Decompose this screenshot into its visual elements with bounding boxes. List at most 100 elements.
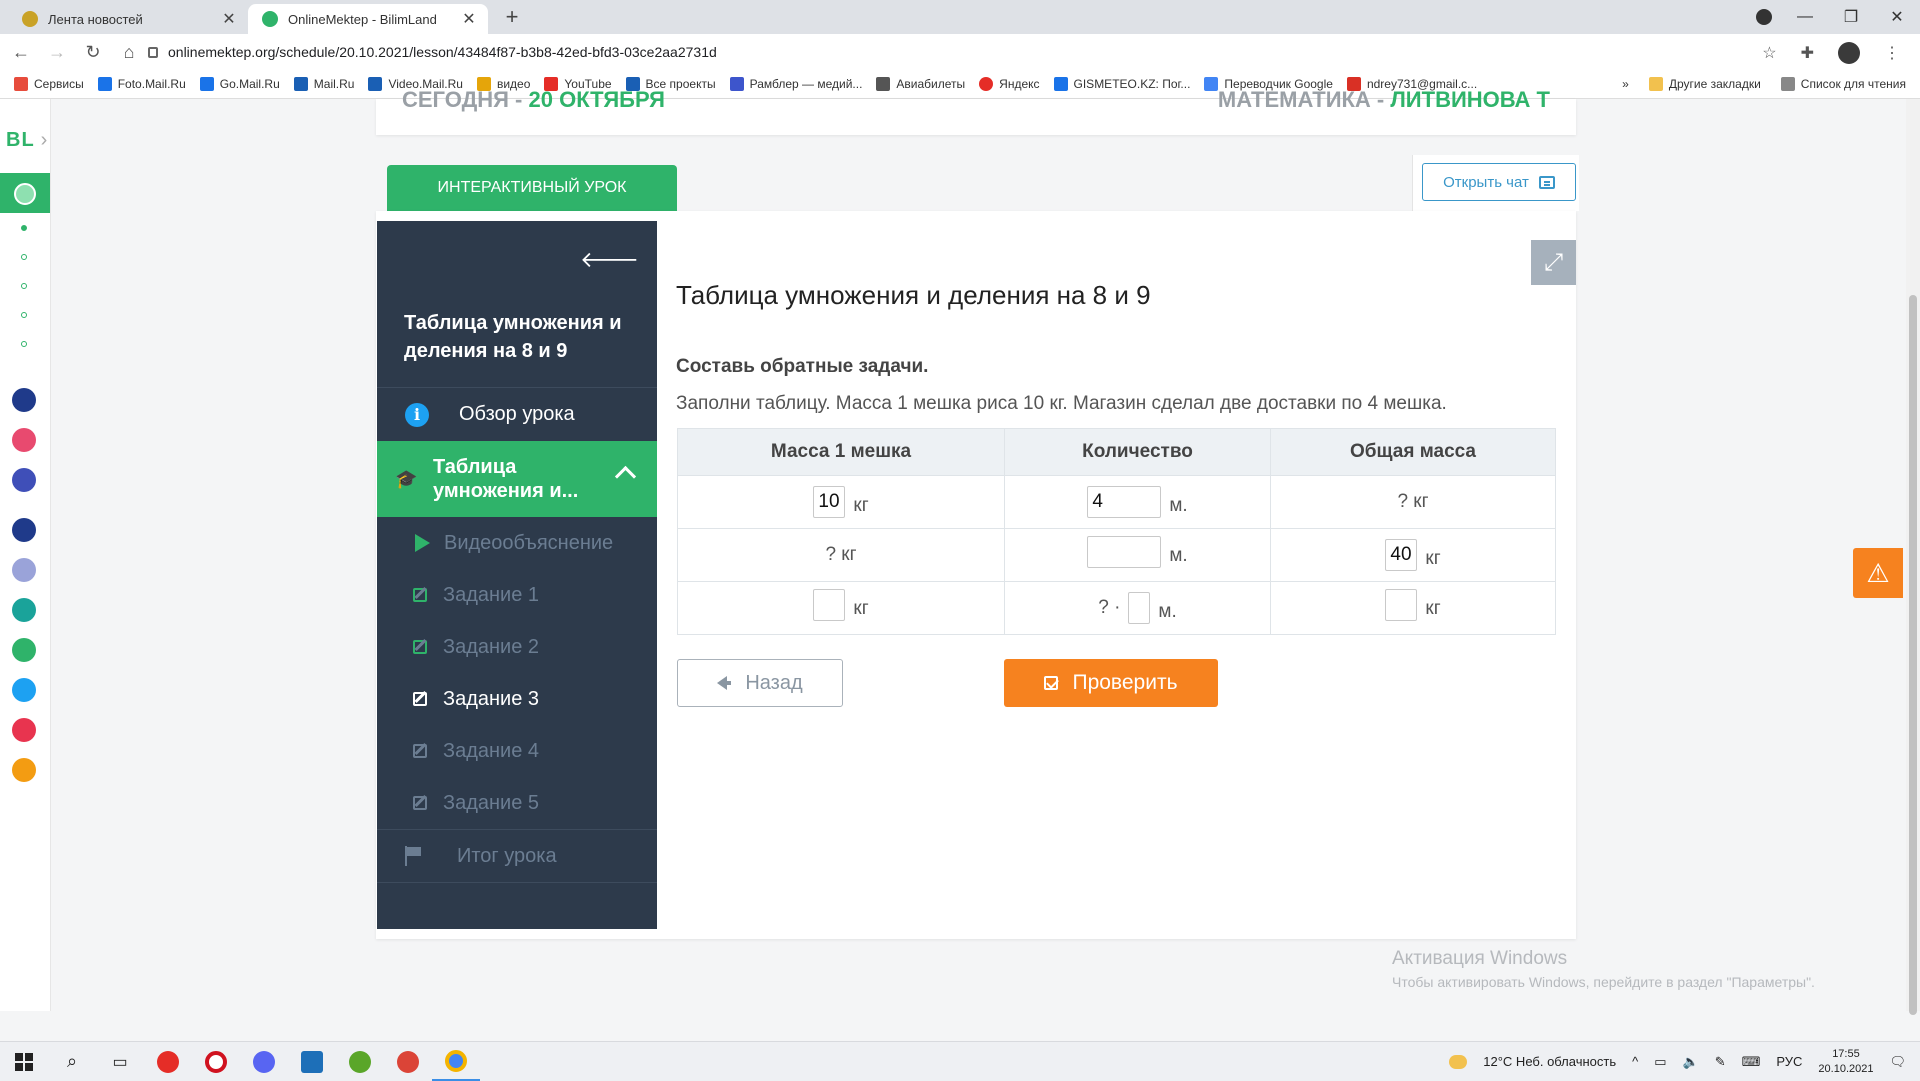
count-input[interactable] xyxy=(1087,536,1162,568)
count-input[interactable]: 4 xyxy=(1087,486,1162,518)
table-cell: ? кг xyxy=(677,528,1005,582)
sidebar-item-task-2[interactable]: Задание 2 xyxy=(377,621,657,673)
bookmark-item[interactable]: GISMETEO.KZ: Пог... xyxy=(1053,77,1190,91)
app-icon[interactable] xyxy=(12,388,36,412)
rail-dot[interactable] xyxy=(21,225,27,231)
unit-label: м. xyxy=(1169,495,1188,516)
tray-chevron-icon[interactable]: ^ xyxy=(1632,1054,1638,1069)
total-input[interactable] xyxy=(1385,589,1418,621)
bookmark-item[interactable]: Рамблер — медий... xyxy=(729,77,862,91)
bookmark-item[interactable]: Mail.Ru xyxy=(293,77,354,91)
close-window-button[interactable]: ✕ xyxy=(1874,7,1920,27)
pen-icon[interactable]: ✎ xyxy=(1715,1054,1726,1070)
back-button[interactable]: Назад xyxy=(677,659,843,707)
bookmark-item[interactable]: Go.Mail.Ru xyxy=(199,77,280,91)
language-indicator[interactable]: РУС xyxy=(1776,1054,1802,1069)
sidebar-item-task-1[interactable]: Задание 1 xyxy=(377,569,657,621)
keyboard-icon[interactable]: ⌨ xyxy=(1742,1054,1761,1070)
interactive-lesson-tab[interactable]: ИНТЕРАКТИВНЫЙ УРОК xyxy=(387,165,677,211)
bookmark-star-icon[interactable]: ☆ xyxy=(1762,43,1776,63)
fullscreen-button[interactable]: ⤢ xyxy=(1531,240,1576,285)
rail-dot[interactable] xyxy=(21,312,27,318)
lock-icon[interactable] xyxy=(148,46,158,58)
check-button[interactable]: Проверить xyxy=(1004,659,1218,707)
bookmark-item[interactable]: Авиабилеты xyxy=(876,77,965,91)
rail-dot[interactable] xyxy=(21,283,27,289)
sidebar-item-task-4[interactable]: Задание 4 xyxy=(377,725,657,777)
tab-search-icon[interactable] xyxy=(1756,9,1772,25)
tab-close-icon[interactable]: ✕ xyxy=(218,9,240,29)
back-arrow-icon[interactable]: ← xyxy=(6,42,36,63)
app-icon[interactable] xyxy=(12,518,36,542)
other-bookmarks-folder[interactable]: Другие закладки xyxy=(1648,77,1761,91)
app-icon[interactable] xyxy=(12,428,36,452)
clock[interactable]: 17:55 20.10.2021 xyxy=(1818,1047,1873,1077)
page-scrollbar[interactable] xyxy=(1906,99,1920,1015)
report-problem-button[interactable]: ⚠ xyxy=(1853,548,1903,598)
mass-input[interactable] xyxy=(813,589,846,621)
task-view-icon[interactable]: ▭ xyxy=(96,1042,144,1081)
browser-menu-icon[interactable]: ⋮ xyxy=(1884,43,1900,63)
bookmark-item[interactable]: Яндекс xyxy=(979,77,1040,91)
app-icon[interactable] xyxy=(12,598,36,622)
sidebar-item-task-5[interactable]: Задание 5 xyxy=(377,777,657,829)
sidebar-item-current-section[interactable]: 🎓 Таблица умножения и... xyxy=(377,441,657,517)
app-icon[interactable] xyxy=(12,758,36,782)
app-icon[interactable] xyxy=(12,468,36,492)
mass-input[interactable]: 10 xyxy=(813,486,846,518)
maximize-button[interactable]: ❐ xyxy=(1828,7,1874,27)
chrome-profile-icon[interactable] xyxy=(384,1042,432,1081)
start-button[interactable] xyxy=(0,1042,48,1081)
forward-arrow-icon[interactable]: → xyxy=(42,42,72,63)
app-icon[interactable] xyxy=(12,558,36,582)
bookmarks-more-button[interactable]: » xyxy=(1622,77,1629,91)
tab-close-icon[interactable]: ✕ xyxy=(458,9,480,29)
rail-item-onlinemektep[interactable] xyxy=(0,173,50,213)
browser-tab-news[interactable]: Лента новостей ✕ xyxy=(8,4,248,34)
url-field[interactable]: onlinemektep.org/schedule/20.10.2021/les… xyxy=(140,40,1780,64)
task-heading: Составь обратные задачи. xyxy=(676,356,929,377)
discord-icon[interactable] xyxy=(240,1042,288,1081)
new-tab-button[interactable]: + xyxy=(498,4,526,30)
reload-icon[interactable]: ↻ xyxy=(78,42,108,63)
sidebar-item-video[interactable]: Видеообъяснение xyxy=(377,517,657,569)
bilimland-logo[interactable]: BL › xyxy=(6,129,48,152)
yandex-browser-icon[interactable] xyxy=(144,1042,192,1081)
sidebar-item-overview[interactable]: i Обзор урока xyxy=(377,387,657,441)
browser-tab-onlinemektep[interactable]: OnlineMektep - BilimLand ✕ xyxy=(248,4,488,34)
sidebar-item-summary[interactable]: Итог урока xyxy=(377,829,657,883)
scrollbar-thumb[interactable] xyxy=(1909,295,1917,1015)
app-icon[interactable] xyxy=(12,718,36,742)
weather-text[interactable]: 12°C Неб. облачность xyxy=(1483,1054,1616,1069)
photos-icon[interactable] xyxy=(288,1042,336,1081)
chrome-icon[interactable] xyxy=(432,1042,480,1081)
chevron-up-icon[interactable] xyxy=(614,465,637,488)
chat-icon xyxy=(1538,175,1555,189)
utorrent-icon[interactable] xyxy=(336,1042,384,1081)
total-input[interactable]: 40 xyxy=(1385,539,1418,571)
opera-icon[interactable] xyxy=(192,1042,240,1081)
minimize-button[interactable]: — xyxy=(1782,8,1828,26)
network-icon[interactable]: ▭ xyxy=(1654,1054,1666,1070)
volume-icon[interactable]: 🔈 xyxy=(1683,1054,1699,1070)
bookmark-item[interactable]: Foto.Mail.Ru xyxy=(97,77,186,91)
notifications-icon[interactable]: 🗨 xyxy=(1889,1054,1906,1070)
sidebar-item-label: Задание 2 xyxy=(443,635,540,658)
rail-dot[interactable] xyxy=(21,341,27,347)
app-icon[interactable] xyxy=(12,638,36,662)
extensions-icon[interactable]: ✚ xyxy=(1801,43,1814,63)
bookmark-item[interactable]: Сервисы xyxy=(14,77,84,91)
app-icon[interactable] xyxy=(12,678,36,702)
profile-avatar[interactable] xyxy=(1838,42,1860,64)
rail-dot[interactable] xyxy=(21,254,27,260)
sidebar-item-label: Задание 4 xyxy=(443,739,540,762)
tab-favicon-icon xyxy=(262,11,278,27)
rail-expand-chevron-icon[interactable]: › xyxy=(41,129,49,151)
search-icon[interactable]: ⌕ xyxy=(48,1042,96,1081)
back-arrow-icon[interactable]: 🡐 xyxy=(580,247,639,273)
unit-label: кг xyxy=(1425,548,1441,569)
count-input[interactable] xyxy=(1128,592,1151,624)
reading-list-button[interactable]: Список для чтения xyxy=(1780,77,1906,91)
sidebar-item-task-3[interactable]: Задание 3 xyxy=(377,673,657,725)
open-chat-button[interactable]: Открыть чат xyxy=(1422,163,1576,201)
